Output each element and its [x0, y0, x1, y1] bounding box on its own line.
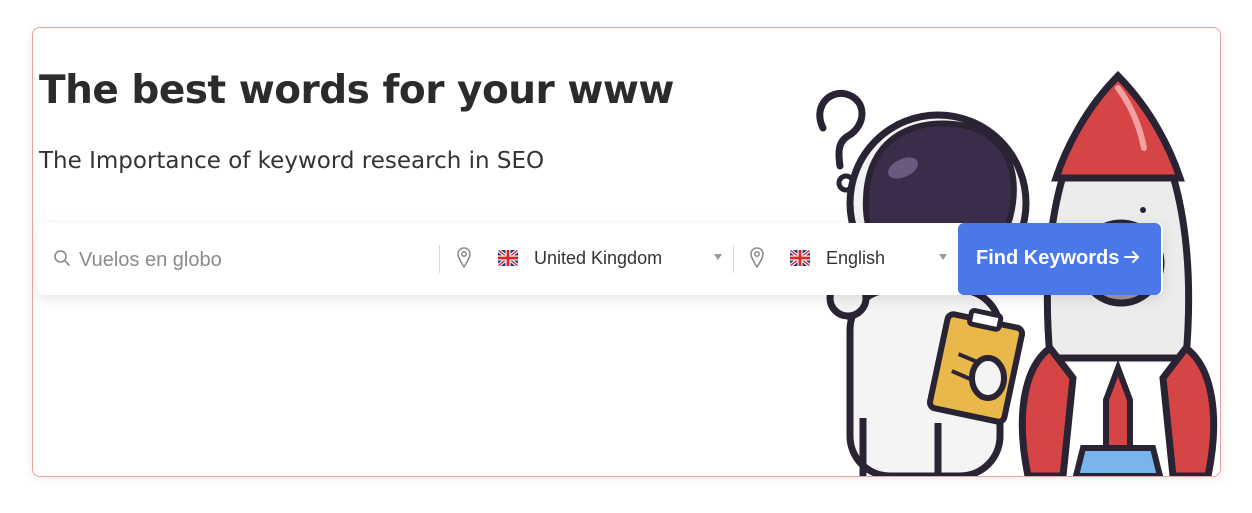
location-pin-icon — [750, 247, 764, 269]
keyword-search-bar: United Kingdom English Find Keywords — [37, 223, 1163, 295]
page-title: The best words for your www — [39, 68, 674, 113]
hero-card: The best words for your www The Importan… — [32, 27, 1221, 477]
chevron-down-icon — [714, 254, 722, 260]
uk-flag-icon — [498, 250, 518, 266]
keyword-search-input[interactable] — [77, 245, 441, 275]
language-label: English — [826, 248, 886, 268]
uk-flag-icon — [790, 250, 810, 266]
page-subtitle: The Importance of keyword research in SE… — [39, 148, 545, 174]
find-keywords-button[interactable]: Find Keywords — [958, 223, 1161, 295]
question-mark-icon — [816, 89, 866, 170]
clipboard-icon — [926, 307, 1026, 425]
language-select[interactable]: English — [734, 223, 956, 295]
chevron-down-icon — [939, 254, 947, 260]
arrow-right-icon — [1124, 251, 1139, 263]
find-keywords-label: Find Keywords — [976, 247, 1120, 269]
location-select[interactable]: United Kingdom — [440, 223, 730, 295]
search-icon — [54, 250, 70, 266]
location-pin-icon — [457, 247, 471, 269]
location-label: United Kingdom — [534, 248, 663, 268]
